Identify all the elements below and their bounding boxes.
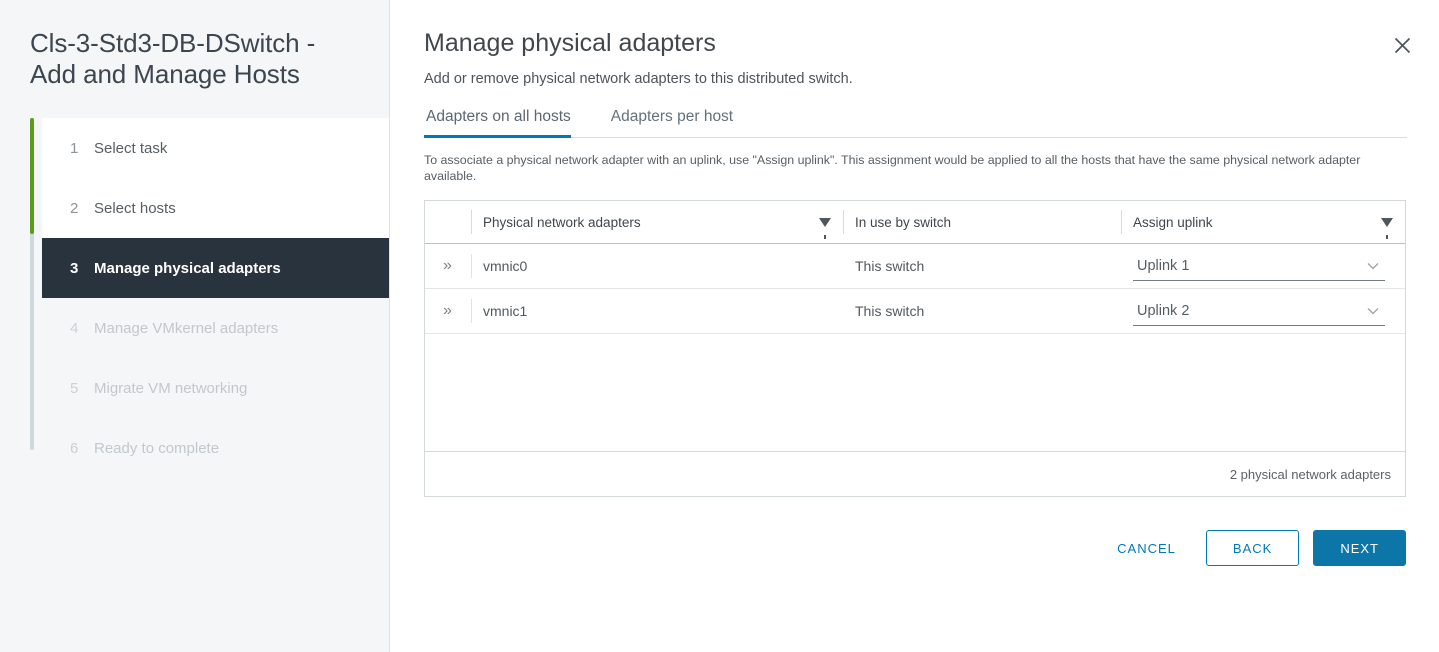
column-header-label: Assign uplink [1133, 214, 1213, 230]
step-number: 1 [70, 139, 79, 157]
step-label: Manage physical adapters [94, 259, 281, 277]
assign-uplink-value: Uplink 2 [1137, 302, 1190, 319]
step-number: 2 [70, 199, 79, 217]
table-header-row: Physical network adapters In use by swit… [425, 201, 1405, 244]
physical-adapters-table: Physical network adapters In use by swit… [424, 200, 1406, 497]
wizard-title: Cls-3-Std3-DB-DSwitch - Add and Manage H… [30, 28, 316, 89]
info-text: To associate a physical network adapter … [424, 153, 1361, 183]
step-number: 5 [70, 379, 79, 397]
step-label: Select task [94, 139, 168, 157]
expand-chevron-icon[interactable]: » [437, 302, 452, 320]
cell-physical-network-adapter: vmnic0 [471, 244, 843, 288]
page-subtitle: Add or remove physical network adapters … [424, 71, 853, 87]
expand-row-cell[interactable]: » [425, 244, 471, 288]
filter-icon[interactable] [819, 215, 831, 239]
column-header-label: Physical network adapters [483, 214, 641, 230]
wizard-sidebar: Cls-3-Std3-DB-DSwitch - Add and Manage H… [0, 0, 390, 652]
column-header-label: In use by switch [855, 214, 952, 230]
step-rail-progress [30, 118, 34, 234]
add-and-manage-hosts-wizard: Cls-3-Std3-DB-DSwitch - Add and Manage H… [0, 0, 1439, 652]
column-header-physical-network-adapters[interactable]: Physical network adapters [471, 201, 843, 243]
header-expand-spacer [425, 201, 471, 243]
sidebar-step-migrate-vm-networking: 5 Migrate VM networking [42, 358, 389, 418]
wizard-steps: 1 Select task 2 Select hosts 3 Manage ph… [0, 118, 389, 478]
cell-in-use-by-switch: This switch [855, 303, 925, 319]
assign-uplink-dropdown[interactable]: Uplink 2 [1133, 296, 1385, 326]
adapter-count-label: 2 physical network adapters [1229, 466, 1391, 482]
assign-uplink-dropdown[interactable]: Uplink 1 [1133, 251, 1385, 281]
chevron-down-icon [1367, 304, 1379, 318]
sidebar-step-ready-to-complete: 6 Ready to complete [42, 418, 389, 478]
step-number: 3 [70, 259, 79, 277]
column-header-assign-uplink[interactable]: Assign uplink [1121, 201, 1405, 243]
table-body: » vmnic0 This switch Uplink 1 » vmnic1 T… [425, 244, 1405, 451]
expand-chevron-icon[interactable]: » [437, 257, 452, 275]
sidebar-step-manage-physical-adapters[interactable]: 3 Manage physical adapters [42, 238, 389, 298]
column-header-in-use-by-switch[interactable]: In use by switch [843, 201, 1121, 243]
wizard-actions: CANCEL BACK NEXT [424, 530, 1406, 566]
sidebar-step-select-hosts[interactable]: 2 Select hosts [42, 178, 389, 238]
tab-adapters-per-host[interactable]: Adapters per host [609, 105, 743, 137]
tab-adapters-on-all-hosts[interactable]: Adapters on all hosts [424, 105, 581, 138]
cell-physical-network-adapter: vmnic1 [471, 289, 843, 333]
step-label: Manage VMkernel adapters [94, 319, 279, 337]
expand-row-cell[interactable]: » [425, 289, 471, 333]
close-icon[interactable] [1387, 30, 1417, 60]
cancel-button[interactable]: CANCEL [1101, 530, 1192, 566]
table-footer: 2 physical network adapters [425, 451, 1405, 496]
step-label: Migrate VM networking [94, 379, 248, 397]
page-title: Manage physical adapters [424, 29, 716, 57]
tab-bar: Adapters on all hosts Adapters per host [424, 105, 1407, 138]
sidebar-step-select-task[interactable]: 1 Select task [42, 118, 389, 178]
cell-assign-uplink: Uplink 2 [1121, 289, 1405, 333]
step-number: 4 [70, 319, 79, 337]
step-label: Select hosts [94, 199, 176, 217]
cell-in-use-by-switch: This switch [855, 258, 925, 274]
assign-uplink-value: Uplink 1 [1137, 257, 1190, 274]
chevron-down-icon [1367, 259, 1379, 273]
step-label: Ready to complete [94, 439, 220, 457]
table-row[interactable]: » vmnic1 This switch Uplink 2 [425, 289, 1405, 334]
back-button[interactable]: BACK [1205, 530, 1300, 566]
step-number: 6 [70, 439, 79, 457]
next-button[interactable]: NEXT [1313, 530, 1406, 566]
filter-icon[interactable] [1381, 215, 1393, 239]
cell-assign-uplink: Uplink 1 [1121, 244, 1405, 288]
wizard-main-panel: Manage physical adapters Add or remove p… [390, 0, 1439, 652]
sidebar-step-manage-vmkernel-adapters: 4 Manage VMkernel adapters [42, 298, 389, 358]
table-row[interactable]: » vmnic0 This switch Uplink 1 [425, 244, 1405, 289]
